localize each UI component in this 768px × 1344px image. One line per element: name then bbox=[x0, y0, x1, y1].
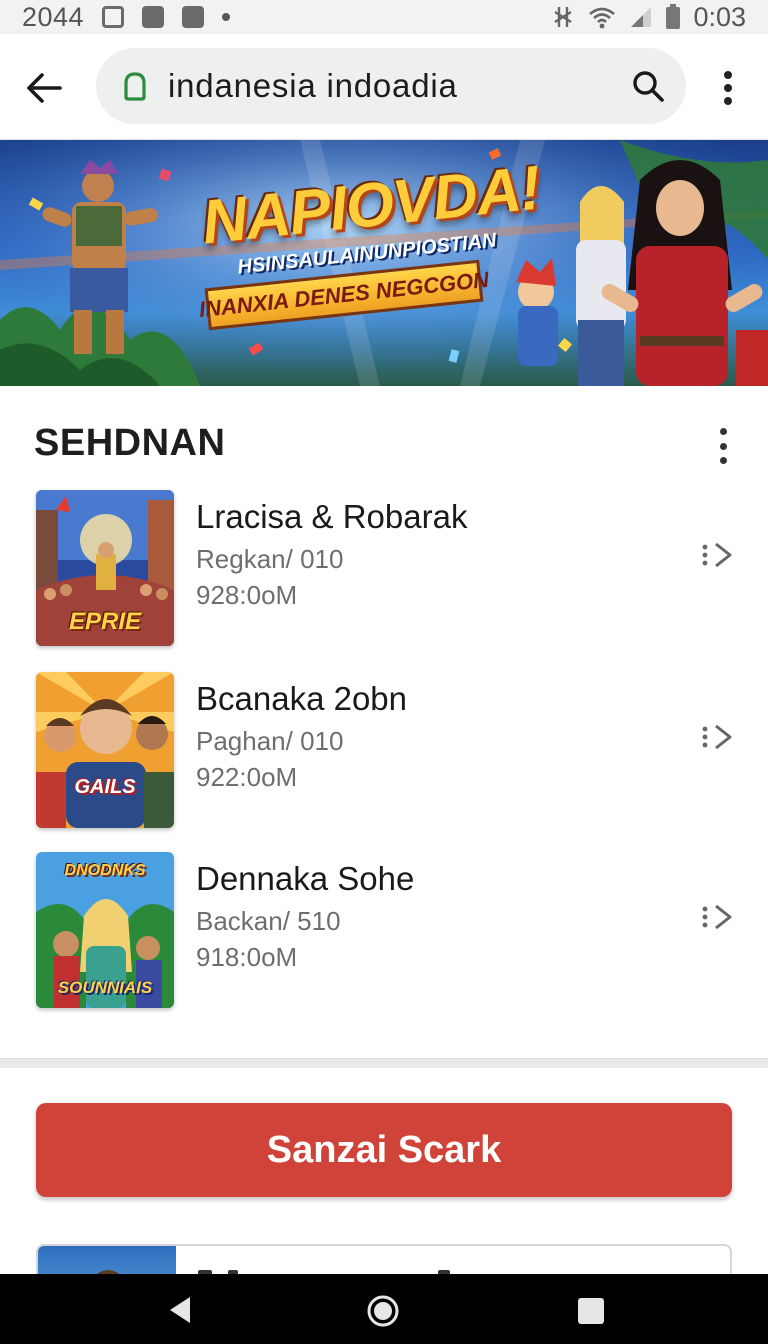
primary-action-button[interactable]: Sanzai Scark bbox=[36, 1103, 732, 1197]
promo-banner[interactable]: NAPIOVDA! HSINSAULAINUNPIOSTIAN INANXIA … bbox=[0, 140, 768, 386]
app-notification-icon bbox=[142, 6, 165, 28]
arrow-left-icon bbox=[27, 73, 62, 103]
url-text: indanesia indoadia bbox=[168, 67, 458, 104]
triangle-back-icon bbox=[170, 1297, 190, 1323]
browser-toolbar: indanesia indoadia bbox=[0, 34, 768, 140]
download-notification-icon bbox=[182, 6, 205, 28]
section-divider bbox=[0, 1058, 768, 1068]
signal-icon bbox=[631, 7, 652, 27]
circle-home-icon bbox=[367, 1295, 399, 1327]
status-time-left: 2044 bbox=[22, 1, 85, 32]
game-thumbnail: DNODNKS SOUNNIAIS bbox=[36, 852, 174, 1008]
open-item-button[interactable] bbox=[700, 540, 734, 570]
search-button[interactable] bbox=[630, 68, 666, 104]
game-category: Backan/ 510 bbox=[196, 906, 341, 936]
status-time-right: 0:03 bbox=[693, 1, 746, 32]
more-notifications-dot-icon bbox=[222, 13, 231, 21]
game-thumbnail: EPRIE bbox=[36, 490, 174, 646]
more-vert-dot bbox=[719, 442, 727, 450]
nav-home-button[interactable] bbox=[366, 1294, 400, 1328]
url-bar[interactable]: indanesia indoadia bbox=[96, 48, 686, 124]
lock-icon bbox=[122, 71, 148, 101]
game-list-item[interactable]: DNODNKS SOUNNIAIS Dennaka Sohe Backan/ 5… bbox=[0, 852, 768, 1012]
nav-back-button[interactable] bbox=[166, 1294, 194, 1326]
search-icon bbox=[633, 71, 664, 102]
thumbnail-title: GAILS bbox=[74, 776, 136, 798]
more-vert-dot bbox=[724, 84, 732, 92]
thumbnail-title: SOUNNIAIS bbox=[57, 978, 153, 997]
game-category: Paghan/ 010 bbox=[196, 726, 344, 756]
message-notification-icon bbox=[102, 6, 125, 28]
more-vert-dot bbox=[719, 457, 727, 464]
game-category: Regkan/ 010 bbox=[196, 544, 344, 574]
section-menu-button[interactable] bbox=[716, 428, 730, 464]
battery-icon bbox=[666, 4, 681, 29]
system-nav-bar bbox=[0, 1274, 768, 1344]
chevron-right-dashed-icon bbox=[702, 724, 732, 750]
thumbnail-title: EPRIE bbox=[68, 608, 142, 635]
open-item-button[interactable] bbox=[700, 902, 734, 932]
more-vert-icon bbox=[719, 428, 727, 435]
status-left: 2044 bbox=[22, 1, 231, 33]
game-title: Bcanaka 2obn bbox=[196, 680, 408, 717]
wifi-icon bbox=[589, 7, 616, 29]
chevron-right-dashed-icon bbox=[702, 542, 732, 568]
game-list-item[interactable]: EPRIE Lracisa & Robarak Regkan/ 010 928:… bbox=[0, 490, 768, 650]
more-vert-dot bbox=[724, 97, 732, 105]
game-size: 922:0oM bbox=[196, 762, 298, 792]
game-list-item[interactable]: GAILS Bcanaka 2obn Paghan/ 010 922:0oM bbox=[0, 672, 768, 832]
game-title: Dennaka Sohe bbox=[196, 860, 415, 897]
nav-recents-button[interactable] bbox=[576, 1296, 606, 1326]
game-thumbnail: GAILS bbox=[36, 672, 174, 828]
open-item-button[interactable] bbox=[700, 722, 734, 752]
status-right: 0:03 bbox=[551, 2, 746, 33]
back-button[interactable] bbox=[22, 66, 66, 110]
game-title: Lracisa & Robarak bbox=[196, 498, 468, 535]
game-size: 918:0oM bbox=[196, 942, 298, 972]
more-vert-icon bbox=[724, 71, 732, 79]
square-recent-icon bbox=[578, 1298, 604, 1324]
vibrate-icon bbox=[554, 7, 573, 27]
status-bar: 2044 0:03 bbox=[0, 0, 768, 34]
chevron-right-dashed-icon bbox=[702, 904, 732, 930]
section-title: SEHDNAN bbox=[34, 422, 226, 464]
thumbnail-top-title: DNODNKS bbox=[64, 862, 146, 879]
browser-menu-button[interactable] bbox=[710, 68, 746, 108]
game-size: 928:0oM bbox=[196, 580, 298, 610]
